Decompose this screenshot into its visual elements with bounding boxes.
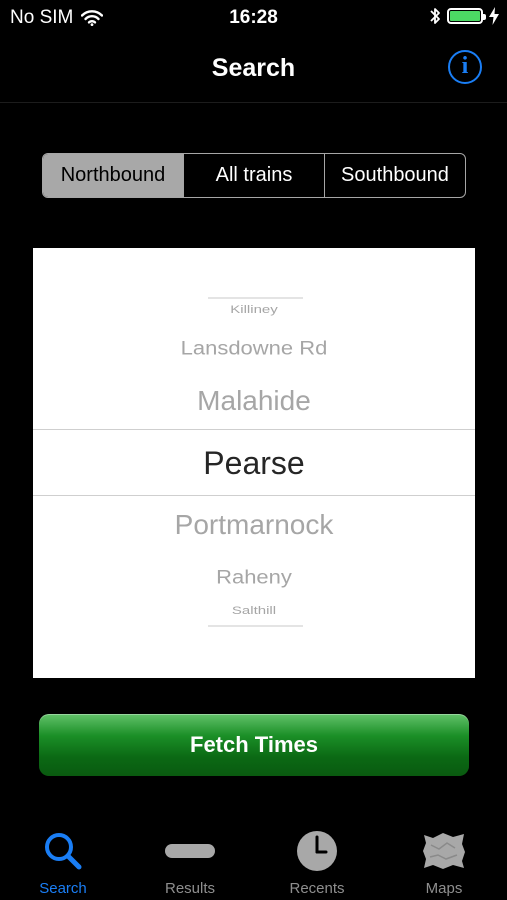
picker-row[interactable]: Salthill: [33, 604, 475, 618]
navigation-bar: Search i: [0, 36, 507, 103]
fetch-times-button[interactable]: Fetch Times: [39, 714, 469, 776]
segment-northbound[interactable]: Northbound: [43, 154, 184, 197]
picker-row[interactable]: Raheny: [33, 565, 475, 588]
tab-label-recents: Recents: [289, 880, 345, 897]
picker-row[interactable]: Portmarnock: [33, 508, 475, 542]
tab-label-results: Results: [164, 880, 216, 897]
charging-icon: [489, 7, 499, 25]
clock-icon: [297, 831, 337, 871]
tab-label-maps: Maps: [425, 880, 463, 897]
tab-label-search: Search: [39, 880, 87, 897]
battery-level: [450, 11, 480, 21]
map-icon: [423, 833, 465, 869]
info-icon: i: [461, 53, 469, 79]
tab-recents[interactable]: Recents: [254, 818, 380, 900]
search-icon: [45, 833, 82, 870]
picker-edge-bottom: [208, 625, 303, 627]
tab-results[interactable]: Results: [127, 818, 253, 900]
picker-row-selected[interactable]: Pearse: [33, 444, 475, 482]
direction-segmented-control: Northbound All trains Southbound: [42, 153, 466, 198]
status-right: [429, 6, 499, 26]
tab-search[interactable]: Search: [0, 818, 126, 900]
page-title: Search: [211, 54, 296, 82]
picker-row[interactable]: Killiney: [33, 303, 475, 317]
segment-all-trains[interactable]: All trains: [184, 154, 325, 197]
segment-southbound[interactable]: Southbound: [325, 154, 465, 197]
results-icon: [165, 844, 215, 858]
picker-edge-top: [208, 297, 303, 299]
tab-bar: Search Results Recents Maps: [0, 818, 507, 900]
battery-icon: [447, 8, 486, 24]
picker-row[interactable]: Malahide: [33, 384, 475, 418]
picker-selection-bottom-line: [33, 495, 475, 496]
station-picker[interactable]: Killiney Lansdowne Rd Malahide Pearse Portma…: [33, 248, 475, 678]
status-bar: No SIM 16:28: [0, 0, 507, 36]
picker-row[interactable]: Lansdowne Rd: [33, 336, 475, 359]
info-button[interactable]: i: [448, 50, 482, 84]
tab-maps[interactable]: Maps: [381, 818, 507, 900]
picker-selection-top-line: [33, 429, 475, 430]
bluetooth-icon: [430, 8, 440, 24]
